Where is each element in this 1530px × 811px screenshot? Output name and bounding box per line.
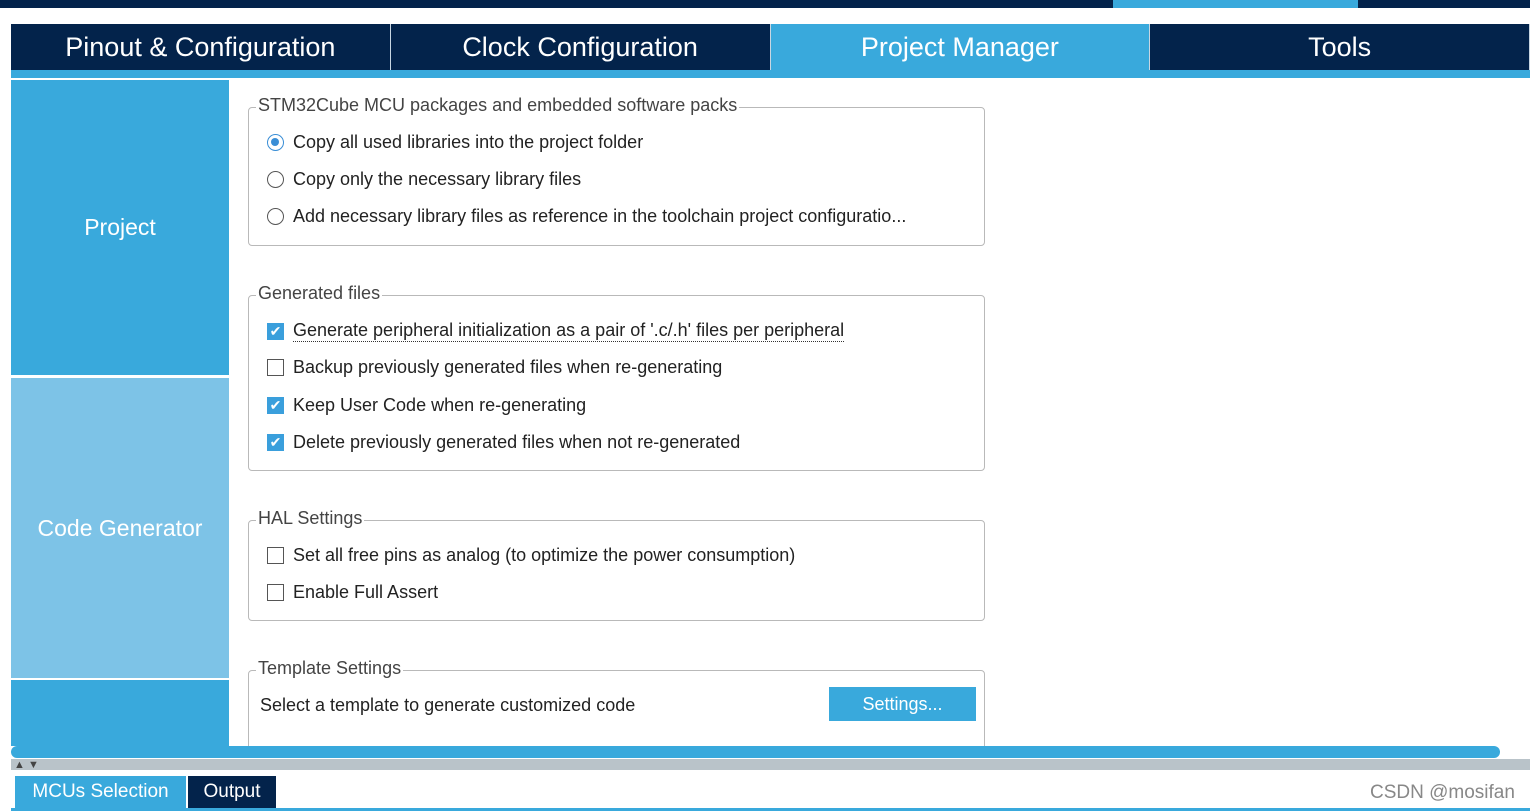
hal-settings-group: HAL Settings Set all free pins as analog…	[248, 508, 985, 621]
tab-pinout-configuration[interactable]: Pinout & Configuration	[11, 24, 391, 70]
template-description: Select a template to generate customized…	[260, 695, 636, 715]
top-breadcrumb-bar	[0, 0, 1530, 8]
packages-group: STM32Cube MCU packages and embedded soft…	[248, 95, 985, 246]
group-title: Generated files	[256, 283, 383, 304]
checkbox-checked-icon[interactable]: ✔	[267, 322, 284, 340]
watermark: CSDN @mosifan	[1370, 782, 1515, 803]
arrow-up-icon[interactable]: ▲	[14, 760, 25, 771]
arrow-down-icon[interactable]: ▼	[28, 760, 39, 771]
group-title: STM32Cube MCU packages and embedded soft…	[256, 95, 740, 116]
settings-button[interactable]: Settings...	[829, 687, 976, 721]
radio-copy-necessary[interactable]: Copy only the necessary library files	[267, 169, 581, 190]
radio-add-reference[interactable]: Add necessary library files as reference…	[267, 206, 906, 227]
checkbox-delete-previous[interactable]: ✔ Delete previously generated files when …	[267, 432, 740, 453]
checkbox-free-pins-analog[interactable]: Set all free pins as analog (to optimize…	[267, 545, 795, 566]
checkbox-icon[interactable]	[267, 547, 284, 564]
generated-files-group: Generated files ✔ Generate peripheral ini…	[248, 283, 985, 471]
tab-project-manager[interactable]: Project Manager	[770, 24, 1151, 70]
checkbox-backup[interactable]: Backup previously generated files when r…	[267, 357, 722, 378]
group-title: HAL Settings	[256, 508, 365, 529]
sidebar-empty	[11, 680, 229, 746]
checkbox-checked-icon[interactable]: ✔	[267, 397, 284, 414]
checkbox-full-assert[interactable]: Enable Full Assert	[267, 582, 438, 603]
radio-icon[interactable]	[267, 134, 284, 151]
radio-icon[interactable]	[267, 208, 284, 225]
template-settings-group: Template Settings Select a template to g…	[248, 658, 985, 746]
tab-output[interactable]: Output	[188, 776, 276, 808]
code-generator-panel: STM32Cube MCU packages and embedded soft…	[230, 78, 1530, 746]
tab-mcus-selection[interactable]: MCUs Selection	[15, 776, 186, 808]
radio-copy-all[interactable]: Copy all used libraries into the project…	[267, 132, 643, 153]
sidebar-item-project[interactable]: Project	[11, 80, 229, 375]
tab-underline	[11, 70, 1530, 78]
checkbox-icon[interactable]	[267, 584, 284, 601]
checkbox-checked-icon[interactable]: ✔	[267, 434, 284, 451]
splitter-bar[interactable]	[11, 759, 1530, 770]
sidebar-item-code-generator[interactable]: Code Generator	[11, 378, 229, 678]
tab-tools[interactable]: Tools	[1150, 24, 1530, 70]
group-title: Template Settings	[256, 658, 404, 679]
tab-clock-configuration[interactable]: Clock Configuration	[390, 24, 771, 70]
radio-icon[interactable]	[267, 171, 284, 188]
main-tabs: Pinout & Configuration Clock Configurati…	[11, 24, 1530, 70]
checkbox-icon[interactable]	[267, 359, 284, 376]
checkbox-generate-peripheral[interactable]: ✔ Generate peripheral initialization as a…	[267, 320, 845, 342]
checkbox-keep-user-code[interactable]: ✔ Keep User Code when re-generating	[267, 395, 586, 416]
active-breadcrumb-segment[interactable]	[1113, 0, 1358, 8]
horizontal-scrollbar[interactable]	[11, 746, 1500, 758]
